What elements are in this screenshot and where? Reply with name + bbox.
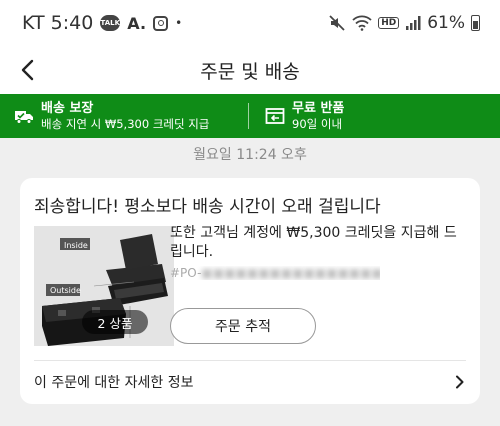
order-card: 죄송합니다! 평소보다 배송 시간이 오래 걸립니다 Inside Outsid… xyxy=(20,178,480,404)
chevron-right-icon xyxy=(452,374,466,390)
back-arrow-icon xyxy=(21,59,34,81)
battery-percent: 61% xyxy=(427,13,465,33)
delivery-guarantee-sub: 배송 지연 시 ₩5,300 크레딧 지급 xyxy=(41,117,210,131)
page-title: 주문 및 배송 xyxy=(200,60,300,83)
guarantee-banner: 배송 보장 배송 지연 시 ₩5,300 크레딧 지급 무료 반품 90일 이내 xyxy=(0,94,500,138)
order-number: #PO-■■■■■■■■■■■■■■■■■■■■■■ xyxy=(170,266,380,280)
return-box-icon xyxy=(265,106,285,126)
order-status-title: 죄송합니다! 평소보다 배송 시간이 오래 걸립니다 xyxy=(34,197,381,217)
delivery-guarantee-text: 배송 보장 배송 지연 시 ₩5,300 크레딧 지급 xyxy=(41,100,209,132)
status-left: KT 5:40 TALK A. • xyxy=(22,12,182,34)
free-returns-text: 무료 반품 90일 이내 xyxy=(292,100,344,132)
kakaotalk-icon: TALK xyxy=(100,15,121,31)
order-details-row[interactable]: 이 주문에 대한 자세한 정보 xyxy=(20,361,480,403)
item-count-badge: 2 상품 xyxy=(82,310,148,334)
battery-icon xyxy=(471,15,480,31)
order-date: 월요일 11:24 오후 xyxy=(193,147,307,163)
track-order-button[interactable]: 주문 추적 xyxy=(170,308,316,344)
mute-icon xyxy=(329,15,345,31)
status-right: HD 61% xyxy=(328,13,480,33)
free-returns[interactable]: 무료 반품 90일 이내 xyxy=(249,94,344,138)
wifi-icon xyxy=(352,15,372,31)
header: 주문 및 배송 xyxy=(0,46,500,94)
free-returns-sub: 90일 이내 xyxy=(292,117,343,131)
truck-shield-icon xyxy=(14,106,34,126)
instagram-icon xyxy=(153,15,169,31)
back-button[interactable] xyxy=(14,56,40,84)
image-label-inside: Inside xyxy=(64,241,88,250)
order-details-label: 이 주문에 대한 자세한 정보 xyxy=(34,375,194,391)
app-a-icon: A. xyxy=(127,13,147,33)
status-bar: KT 5:40 TALK A. • HD 61% xyxy=(0,0,500,46)
product-image[interactable]: Inside Outside 2 상품 xyxy=(34,226,174,346)
hd-voice-icon: HD xyxy=(378,17,400,29)
delivery-guarantee[interactable]: 배송 보장 배송 지연 시 ₩5,300 크레딧 지급 xyxy=(0,94,248,138)
order-number-prefix: #PO- xyxy=(170,266,202,280)
more-notifications-dot: • xyxy=(175,16,183,30)
image-label-outside: Outside xyxy=(50,286,81,295)
carrier-time: KT 5:40 xyxy=(22,12,94,34)
delivery-guarantee-title: 배송 보장 xyxy=(41,101,94,116)
order-number-redacted: ■■■■■■■■■■■■■■■■■■■■■■ xyxy=(201,266,380,280)
credit-message: 또한 고객님 계정에 ₩5,300 크레딧을 지급해 드립니다. xyxy=(170,225,457,260)
free-returns-title: 무료 반품 xyxy=(292,101,345,116)
signal-icon xyxy=(406,16,421,30)
